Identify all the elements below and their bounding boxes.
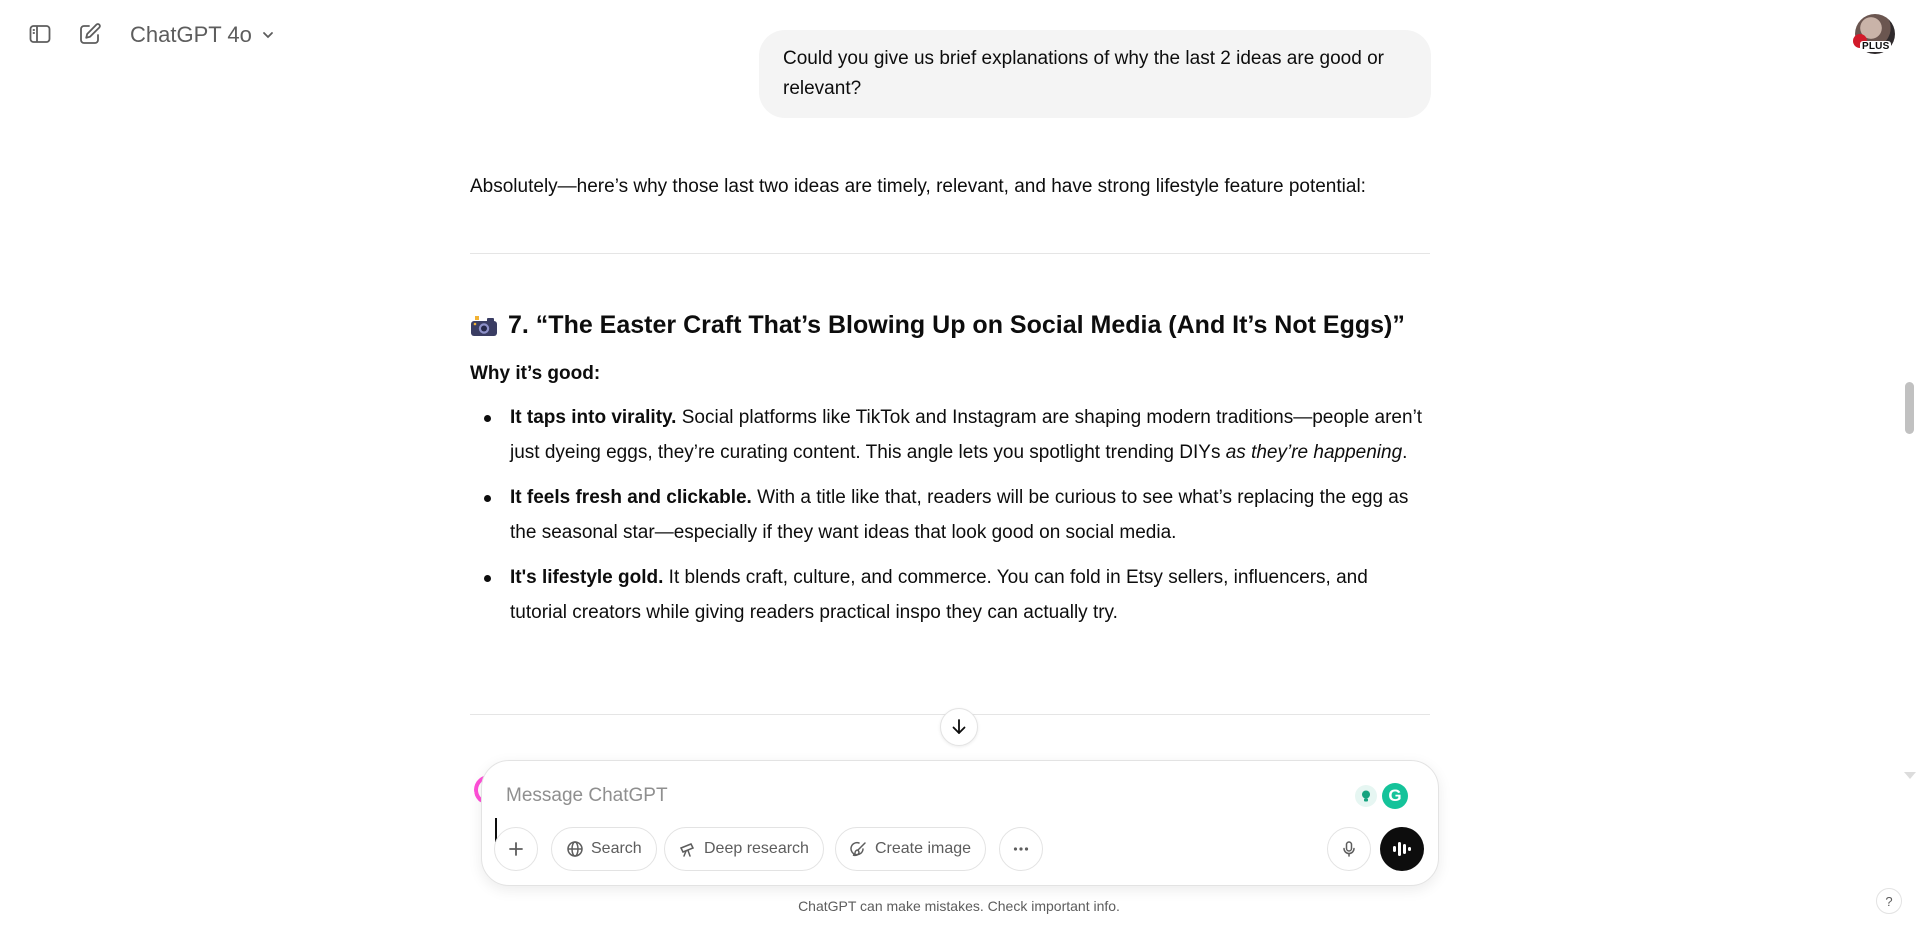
assistant-intro: Absolutely—here’s why those last two ide… bbox=[470, 176, 1366, 197]
message-input[interactable] bbox=[506, 781, 1286, 811]
list-item: It's lifestyle gold. It blends craft, cu… bbox=[484, 560, 1430, 630]
create-image-label: Create image bbox=[875, 840, 972, 857]
deep-research-label: Deep research bbox=[704, 840, 809, 857]
bullet-bold: It feels fresh and clickable. bbox=[510, 487, 752, 508]
list-item: It feels fresh and clickable. With a tit… bbox=[484, 480, 1430, 550]
search-button[interactable]: Search bbox=[551, 827, 657, 871]
create-image-button[interactable]: Create image bbox=[835, 827, 987, 871]
model-selector[interactable]: ChatGPT 4o bbox=[120, 16, 286, 54]
disclaimer-text: ChatGPT can make mistakes. Check importa… bbox=[798, 898, 1120, 914]
camera-with-flash-icon bbox=[470, 313, 498, 337]
grammarly-icon[interactable]: G bbox=[1382, 783, 1408, 809]
voice-mode-button[interactable] bbox=[1380, 827, 1424, 871]
reasons-list: It taps into virality. Social platforms … bbox=[470, 400, 1430, 640]
dictate-button[interactable] bbox=[1327, 827, 1371, 871]
bullet-bold: It taps into virality. bbox=[510, 407, 677, 428]
deep-research-button[interactable]: Deep research bbox=[664, 827, 824, 871]
section-heading: 7. “The Easter Craft That’s Blowing Up o… bbox=[470, 308, 1405, 342]
plan-badge: PLUS bbox=[1860, 41, 1892, 52]
subheading: Why it’s good: bbox=[470, 363, 601, 384]
search-label: Search bbox=[591, 840, 642, 857]
divider bbox=[470, 253, 1430, 254]
scrollbar-down-arrow[interactable] bbox=[1904, 772, 1916, 779]
new-chat-button[interactable] bbox=[70, 14, 110, 54]
plus-icon bbox=[509, 842, 523, 856]
sidebar-icon bbox=[29, 25, 51, 43]
globe-icon bbox=[567, 841, 583, 857]
bullet-tail: . bbox=[1402, 442, 1408, 463]
attach-button[interactable] bbox=[494, 827, 538, 871]
model-name: ChatGPT 4o bbox=[130, 22, 252, 47]
waveform-icon bbox=[1393, 842, 1411, 856]
bullet-bold: It's lifestyle gold. bbox=[510, 567, 664, 588]
ellipsis-icon bbox=[1013, 847, 1029, 851]
scroll-to-bottom-button[interactable] bbox=[940, 708, 978, 746]
message-composer: G Search Deep research Create image bbox=[481, 760, 1439, 886]
arrow-down-icon bbox=[952, 719, 966, 734]
help-button[interactable]: ? bbox=[1876, 888, 1902, 914]
edit-icon bbox=[80, 23, 101, 44]
lightbulb-icon[interactable] bbox=[1355, 785, 1377, 807]
scrollbar-thumb[interactable] bbox=[1905, 382, 1914, 434]
user-message-bubble: Could you give us brief explanations of … bbox=[759, 30, 1431, 118]
telescope-icon bbox=[679, 843, 695, 857]
bullet-italic: as they’re happening bbox=[1225, 442, 1403, 463]
sidebar-toggle-button[interactable] bbox=[20, 14, 60, 54]
microphone-icon bbox=[1343, 841, 1355, 857]
list-item: It taps into virality. Social platforms … bbox=[484, 400, 1430, 470]
section-heading-text: 7. “The Easter Craft That’s Blowing Up o… bbox=[508, 311, 1405, 339]
chevron-down-icon bbox=[262, 32, 273, 39]
brush-icon bbox=[850, 841, 866, 857]
more-tools-button[interactable] bbox=[999, 827, 1043, 871]
